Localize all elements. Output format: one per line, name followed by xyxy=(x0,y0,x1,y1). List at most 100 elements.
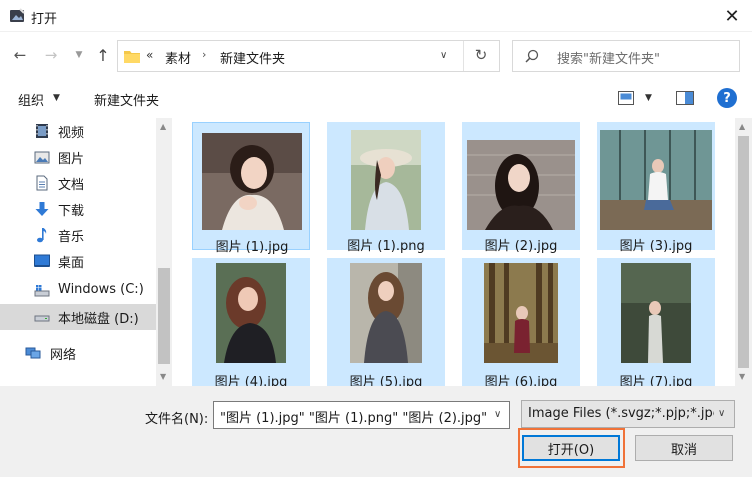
sidebar-item-drive-d[interactable]: 本地磁盘 (D:) xyxy=(0,304,156,330)
address-dropdown-icon[interactable]: ∨ xyxy=(440,50,447,61)
forward-button[interactable]: → xyxy=(40,44,62,66)
new-folder-button[interactable]: 新建文件夹 xyxy=(94,90,159,109)
scroll-up-icon[interactable]: ▲ xyxy=(739,122,745,131)
sidebar-item-pictures[interactable]: 图片 xyxy=(0,144,156,170)
documents-icon xyxy=(36,175,48,191)
search-placeholder: 搜索"新建文件夹" xyxy=(557,52,660,67)
recent-locations-button[interactable]: ▼ xyxy=(68,44,90,66)
chevron-down-icon[interactable]: ∨ xyxy=(494,409,501,420)
filetype-value: Image Files (*.svgz;*.pjp;*.jpeg xyxy=(528,406,714,421)
sidebar-item-label: Windows (C:) xyxy=(58,282,144,297)
divider xyxy=(463,41,464,71)
filename-field[interactable]: "图片 (1).jpg" "图片 (1).png" "图片 (2).jpg" ∨ xyxy=(213,401,510,429)
sidebar-item-drive-c[interactable]: Windows (C:) xyxy=(0,278,156,304)
disk-icon xyxy=(34,315,50,322)
file-item[interactable]: 图片 (3).jpg xyxy=(597,122,715,254)
photo-thumbnail xyxy=(202,133,302,230)
file-item[interactable]: 图片 (6).jpg xyxy=(462,258,580,386)
file-name: 图片 (1).jpg xyxy=(215,240,289,255)
back-button[interactable]: ← xyxy=(9,44,31,66)
file-item[interactable]: 图片 (1).png xyxy=(327,122,445,254)
file-list: 图片 (1).jpg 图片 (1).png 图片 (2).jpg 图片 (3).… xyxy=(172,118,735,386)
file-name: 图片 (1).png xyxy=(347,239,425,254)
file-name: 图片 (3).jpg xyxy=(619,239,693,254)
arrow-right-icon: → xyxy=(44,46,58,64)
close-button[interactable]: ✕ xyxy=(712,0,752,32)
app-icon xyxy=(10,8,25,22)
file-list-scrollbar[interactable]: ▲ ▼ xyxy=(735,118,752,386)
up-button[interactable]: ↑ xyxy=(92,44,114,66)
scroll-up-icon[interactable]: ▲ xyxy=(160,122,166,131)
chevron-down-icon[interactable]: ▼ xyxy=(53,93,60,103)
organize-button[interactable]: 组织 xyxy=(18,90,44,109)
scroll-down-icon[interactable]: ▼ xyxy=(160,372,166,381)
photo-thumbnail xyxy=(484,263,558,363)
filename-value[interactable]: "图片 (1).jpg" "图片 (1).png" "图片 (2).jpg" xyxy=(220,407,486,426)
address-bar[interactable]: « 素材 › 新建文件夹 ∨ ↻ xyxy=(117,40,500,72)
sidebar-item-label: 文档 xyxy=(58,178,85,193)
search-icon xyxy=(525,49,539,63)
help-button[interactable]: ? xyxy=(717,88,737,108)
network-icon xyxy=(25,347,41,359)
chevron-down-icon[interactable]: ∨ xyxy=(718,408,725,419)
breadcrumb-item[interactable]: 素材 xyxy=(165,48,191,67)
refresh-icon[interactable]: ↻ xyxy=(471,46,491,66)
music-icon xyxy=(37,228,47,243)
window-title: 打开 xyxy=(31,12,58,27)
breadcrumb-item[interactable]: 新建文件夹 xyxy=(220,48,285,67)
navigation-pane: 视频 图片 文档 下载 音乐 桌面 Windows (C:) 本地磁盘 (D:)… xyxy=(0,118,172,386)
breadcrumb-overflow[interactable]: « xyxy=(146,48,153,62)
file-name: 图片 (5).jpg xyxy=(349,375,423,386)
photo-thumbnail xyxy=(350,263,422,363)
desktop-icon xyxy=(34,254,50,267)
help-icon: ? xyxy=(723,90,731,106)
scrollbar-thumb[interactable] xyxy=(738,136,749,368)
scrollbar-thumb[interactable] xyxy=(158,268,170,364)
file-item[interactable]: 图片 (7).jpg xyxy=(597,258,715,386)
file-item[interactable]: 图片 (1).jpg xyxy=(192,122,310,255)
sidebar-item-label: 下载 xyxy=(58,204,85,219)
navigation-bar: ← → ▼ ↑ « 素材 › 新建文件夹 ∨ ↻ 搜索"新建文件夹" xyxy=(0,36,752,76)
drive-icon xyxy=(34,285,50,297)
sidebar-item-network[interactable]: 网络 xyxy=(0,340,156,366)
chevron-down-icon[interactable]: ▼ xyxy=(645,93,652,103)
photo-thumbnail xyxy=(351,130,421,230)
close-icon: ✕ xyxy=(724,5,740,27)
scroll-down-icon[interactable]: ▼ xyxy=(739,372,745,381)
cancel-button[interactable]: 取消 xyxy=(635,435,733,461)
file-item[interactable]: 图片 (4).jpg xyxy=(192,258,310,386)
file-item[interactable]: 图片 (5).jpg xyxy=(327,258,445,386)
sidebar-item-label: 图片 xyxy=(58,152,85,167)
sidebar-item-label: 网络 xyxy=(50,348,77,363)
chevron-right-icon[interactable]: › xyxy=(202,48,206,61)
view-options-icon[interactable] xyxy=(618,91,634,105)
sidebar-item-desktop[interactable]: 桌面 xyxy=(0,248,156,274)
title-bar: 打开 ✕ xyxy=(0,0,752,32)
filetype-select[interactable]: Image Files (*.svgz;*.pjp;*.jpeg ∨ xyxy=(521,400,735,428)
arrow-up-icon: ↑ xyxy=(96,45,110,65)
sidebar-item-downloads[interactable]: 下载 xyxy=(0,196,156,222)
file-item[interactable]: 图片 (2).jpg xyxy=(462,122,580,254)
photo-thumbnail xyxy=(621,263,691,363)
command-bar: 组织 ▼ 新建文件夹 ▼ ? xyxy=(0,84,752,114)
sidebar-item-documents[interactable]: 文档 xyxy=(0,170,156,196)
video-icon xyxy=(36,124,48,138)
file-name: 图片 (6).jpg xyxy=(484,375,558,386)
preview-pane-icon[interactable] xyxy=(676,91,694,105)
sidebar-item-label: 音乐 xyxy=(58,230,85,245)
arrow-left-icon: ← xyxy=(13,46,27,64)
file-name: 图片 (4).jpg xyxy=(214,375,288,386)
file-name: 图片 (7).jpg xyxy=(619,375,693,386)
open-button[interactable]: 打开(O) xyxy=(522,435,620,461)
search-box[interactable]: 搜索"新建文件夹" xyxy=(512,40,740,72)
photo-thumbnail xyxy=(600,130,712,230)
sidebar-item-label: 桌面 xyxy=(58,256,85,271)
file-name: 图片 (2).jpg xyxy=(484,239,558,254)
sidebar-item-videos[interactable]: 视频 xyxy=(0,118,156,144)
pictures-icon xyxy=(34,151,50,164)
sidebar-item-label: 本地磁盘 (D:) xyxy=(58,312,139,327)
download-icon xyxy=(35,202,49,216)
sidebar-scrollbar[interactable]: ▲ ▼ xyxy=(156,118,172,386)
photo-thumbnail xyxy=(467,140,575,230)
sidebar-item-music[interactable]: 音乐 xyxy=(0,222,156,248)
